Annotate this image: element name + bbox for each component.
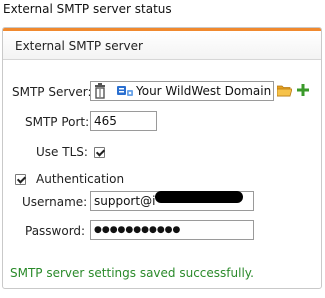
server-icon xyxy=(117,85,133,100)
authentication-checkbox[interactable] xyxy=(15,174,26,185)
username-label: Username: xyxy=(22,195,88,209)
trash-icon[interactable] xyxy=(94,83,106,100)
redaction-mark xyxy=(155,191,243,203)
smtp-port-field[interactable]: 465 xyxy=(90,111,157,131)
smtp-server-label: SMTP Server: xyxy=(12,85,92,99)
page-title: External SMTP server status xyxy=(3,2,172,16)
password-label: Password: xyxy=(25,224,86,238)
folder-icon[interactable] xyxy=(276,84,293,100)
password-field[interactable]: ●●●●●●●●●●● xyxy=(90,220,254,240)
status-message: SMTP server settings saved successfully. xyxy=(10,266,254,280)
smtp-server-value: Your WildWest Domain xyxy=(136,84,272,98)
add-icon[interactable] xyxy=(297,84,309,99)
use-tls-checkbox[interactable] xyxy=(94,147,105,158)
panel-title: External SMTP server xyxy=(15,39,143,53)
smtp-panel: External SMTP server SMTP Server: Your W… xyxy=(2,27,322,289)
smtp-server-field[interactable]: Your WildWest Domain xyxy=(90,81,274,101)
panel-header: External SMTP server xyxy=(3,31,321,60)
smtp-port-label: SMTP Port: xyxy=(25,115,90,129)
authentication-label: Authentication xyxy=(36,172,125,186)
use-tls-label: Use TLS: xyxy=(36,145,88,159)
